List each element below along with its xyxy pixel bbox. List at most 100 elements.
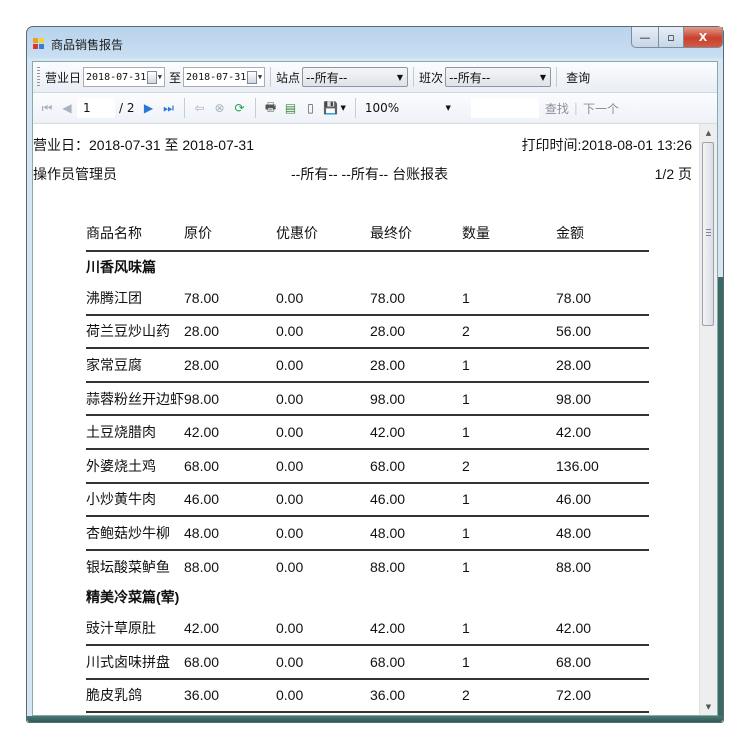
app-icon — [33, 38, 45, 50]
quantity: 1 — [462, 381, 556, 417]
minimize-button[interactable]: — — [631, 27, 659, 48]
quantity: 1 — [462, 516, 556, 551]
column-header: 商品名称 — [86, 215, 184, 252]
date-from-calendar-button[interactable]: ▼ — [146, 70, 163, 84]
station-select[interactable]: --所有-- ▼ — [302, 67, 409, 87]
final-price: 88.00 — [370, 558, 406, 575]
shift-select[interactable]: --所有-- ▼ — [445, 67, 552, 87]
calendar-icon — [146, 70, 157, 84]
shift-label: 班次 — [419, 70, 444, 85]
page-indicator: 1/2 页 — [654, 166, 692, 182]
table-row: 土豆烧腊肉 42.00 0.00 42.00 1 42.00 — [86, 415, 649, 450]
item-name: 土豆烧腊肉 — [86, 415, 184, 450]
column-header: 原价 — [184, 215, 276, 252]
quantity: 1 — [462, 558, 470, 575]
final-price: 36.00 — [370, 678, 462, 714]
quantity: 1 — [462, 644, 556, 680]
original-price: 68.00 — [184, 644, 276, 680]
item-name: 杏鲍菇炒牛柳 — [86, 516, 184, 551]
vertical-scrollbar[interactable]: ▲ ▼ — [699, 124, 717, 715]
table-row: 川式卤味拼盘 68.00 0.00 68.00 1 68.00 — [86, 644, 649, 680]
back-icon[interactable]: ⇦ — [192, 100, 208, 116]
print-icon[interactable]: 🖶 — [263, 100, 279, 116]
date-to-picker[interactable]: 2018-07-31 ▼ — [183, 67, 266, 87]
page-setup-icon[interactable]: ▯ — [303, 100, 319, 116]
previous-page-icon[interactable]: ◀ — [59, 100, 75, 116]
scroll-down-icon[interactable]: ▼ — [700, 698, 717, 715]
original-price: 88.00 — [184, 558, 220, 575]
column-header: 最终价 — [370, 215, 462, 252]
discount-price: 0.00 — [276, 678, 370, 714]
chevron-down-icon: ▼ — [257, 73, 263, 81]
table-body: 川香风味篇 沸腾江团 78.00 0.00 78.00 1 78.00 荷兰豆炒山药 28.00… — [86, 251, 649, 715]
item-name: 川式卤味拼盘 — [86, 644, 184, 680]
current-page-input[interactable]: 1 — [77, 98, 115, 118]
final-price: 68.00 — [370, 644, 462, 680]
print-layout-icon[interactable]: ▤ — [283, 100, 299, 116]
amount: 48.00 — [556, 516, 649, 551]
final-price: 28.00 — [370, 348, 462, 383]
to-label: 至 — [169, 70, 182, 85]
date-from-picker[interactable]: 2018-07-31 ▼ — [83, 67, 166, 87]
station-label: 站点 — [276, 70, 301, 85]
close-icon: X — [698, 30, 708, 44]
amount: 68.00 — [556, 644, 649, 680]
station-value: --所有-- — [306, 70, 348, 85]
business-day-label: 营业日 — [45, 70, 82, 85]
quantity: 1 — [462, 415, 556, 450]
category-row: 川香风味篇 — [86, 251, 649, 282]
next-page-icon[interactable]: ▶ — [141, 100, 157, 116]
filters-line: --所有-- --所有-- 台账报表 — [291, 166, 449, 182]
amount: 72.00 — [556, 678, 649, 714]
final-price: 68.00 — [370, 448, 462, 484]
print-time: 打印时间:2018-08-01 13:26 — [521, 137, 692, 153]
amount: 98.00 — [556, 381, 649, 417]
date-to-calendar-button[interactable]: ▼ — [246, 70, 263, 84]
operator-line: 操作员管理员 — [33, 166, 117, 182]
zoom-select[interactable]: 100% ▼ — [361, 98, 457, 118]
scroll-up-icon[interactable]: ▲ — [700, 124, 717, 141]
discount-price: 0.00 — [276, 516, 370, 551]
discount-price: 0.00 — [276, 558, 304, 575]
export-dropdown-icon[interactable]: ▼ — [341, 104, 346, 112]
discount-price: 0.00 — [276, 712, 370, 715]
shift-value: --所有-- — [449, 70, 491, 85]
close-button[interactable]: X — [683, 27, 723, 48]
find-input[interactable] — [470, 98, 539, 118]
last-page-icon[interactable]: ⏭ — [161, 100, 177, 116]
quantity: 1 — [462, 348, 556, 383]
quantity: 2 — [462, 678, 556, 714]
scroll-thumb[interactable] — [702, 142, 714, 326]
maximize-button[interactable]: ▫ — [658, 27, 684, 48]
category-row: 精美冷菜篇(荤) — [86, 582, 649, 612]
chevron-down-icon: ▼ — [157, 73, 163, 81]
title-bar[interactable]: 商品销售报告 — ▫ X — [27, 27, 723, 61]
toolbar-separator — [354, 98, 356, 118]
original-price: 48.00 — [184, 516, 276, 551]
total-pages-label: / 2 — [119, 101, 135, 115]
amount: 28.00 — [556, 348, 649, 383]
export-icon[interactable]: 💾 — [323, 100, 339, 116]
query-button[interactable]: 查询 — [566, 69, 590, 86]
table-row: 蒜蓉粉丝开边虾 98.00 0.00 98.00 1 98.00 — [86, 381, 649, 417]
first-page-icon[interactable]: ⏮ — [39, 100, 55, 116]
toolbar-grip[interactable] — [37, 67, 40, 87]
original-price: 78.00 — [184, 282, 276, 316]
quantity: 1 — [462, 612, 556, 646]
find-button[interactable]: 查找 — [545, 100, 569, 117]
business-day-line: 营业日：2018-07-31 至 2018-07-31 — [33, 137, 255, 153]
find-next-button[interactable]: 下一个 — [583, 100, 619, 117]
table-header-row: 商品名称 原价 优惠价 最终价 数量 金额 — [86, 215, 649, 252]
report-page: 营业日：2018-07-31 至 2018-07-31 打印时间:2018-08… — [33, 124, 700, 715]
quantity: 1 — [462, 482, 556, 518]
discount-price: 0.00 — [276, 448, 370, 484]
table-row: 银坛酸菜鲈鱼 88.00 0.00 88.00 1 88.00 — [86, 550, 649, 583]
table-row: 小炒黄牛肉 46.00 0.00 46.00 1 46.00 — [86, 482, 649, 518]
original-price: 42.00 — [184, 612, 276, 646]
refresh-icon[interactable]: ⟳ — [232, 100, 248, 116]
grip-icon — [706, 229, 711, 237]
table-row: 杏鲍菇炒牛柳 48.00 0.00 48.00 1 48.00 — [86, 516, 649, 551]
item-name: 外婆烧土鸡 — [86, 448, 184, 484]
table-row: 家常豆腐 28.00 0.00 28.00 1 28.00 — [86, 348, 649, 383]
stop-icon[interactable]: ⊗ — [212, 100, 228, 116]
